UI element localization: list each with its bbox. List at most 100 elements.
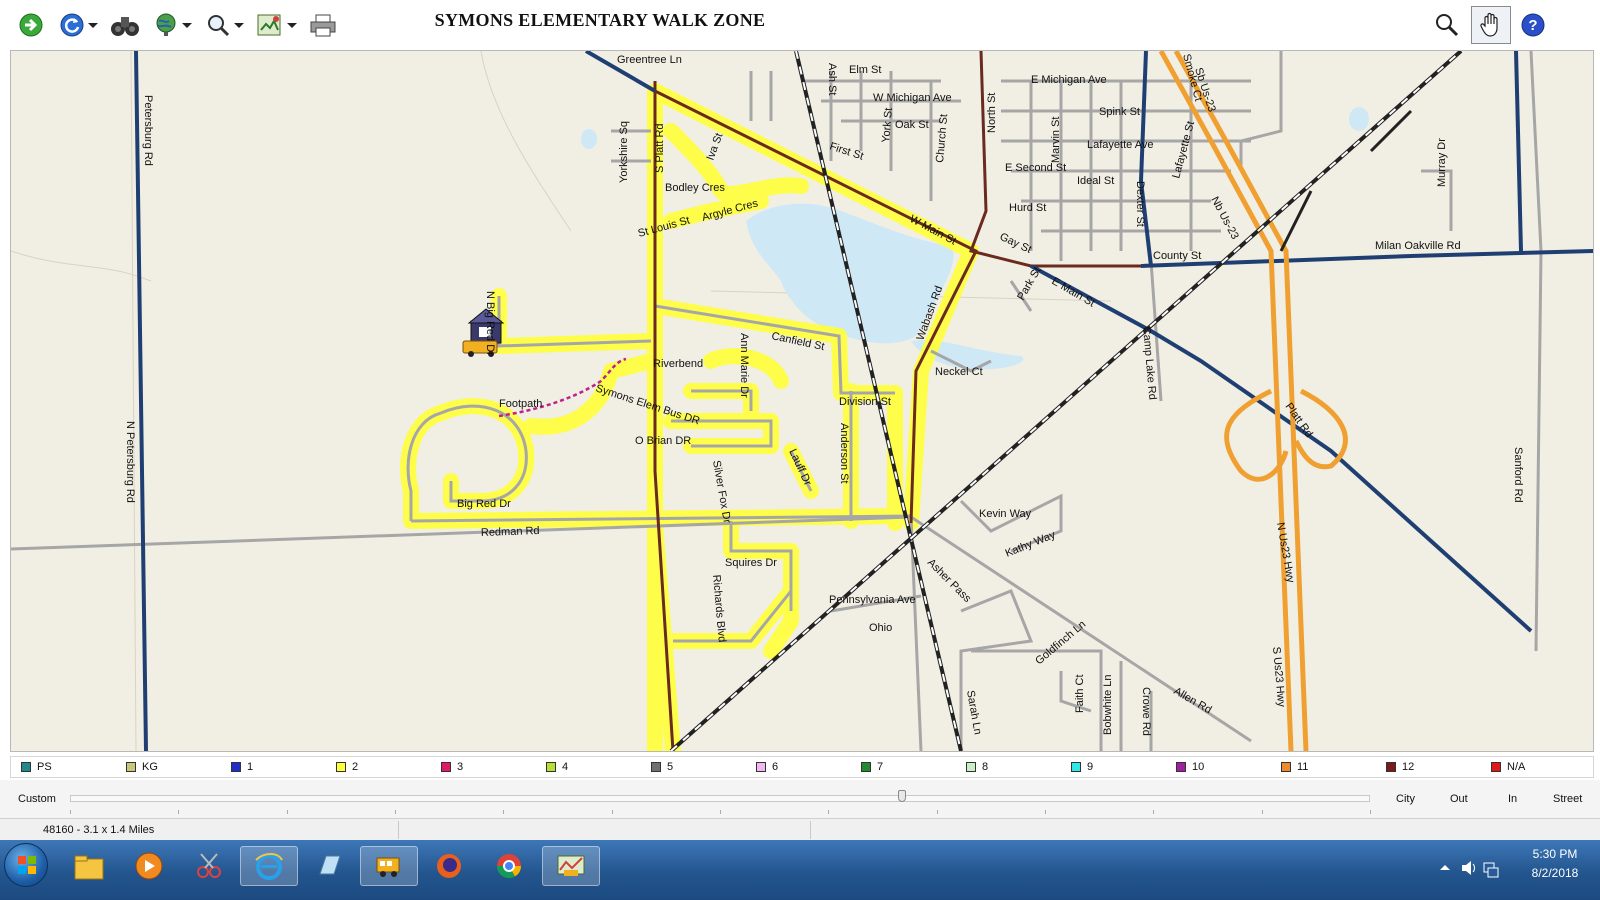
- legend-label: KG: [142, 761, 158, 773]
- map-app-button[interactable]: [542, 846, 600, 886]
- map-view[interactable]: Greentree Ln Elm St E Michigan Ave W Mic…: [10, 50, 1594, 752]
- zoom-custom-label: Custom: [18, 793, 56, 805]
- search-button[interactable]: [1432, 8, 1462, 42]
- label-faith: Faith Ct: [1074, 674, 1086, 713]
- label-allen: Allen Rd: [1172, 685, 1214, 716]
- start-button[interactable]: [4, 843, 48, 887]
- chrome-button[interactable]: [480, 846, 538, 886]
- internet-explorer-icon: [255, 853, 283, 880]
- go-forward-button[interactable]: [16, 8, 46, 42]
- help-icon: ?: [1521, 13, 1545, 37]
- windows-taskbar: [0, 840, 1600, 900]
- legend-swatch: [966, 762, 976, 772]
- label-kevin: Kevin Way: [979, 508, 1032, 520]
- legend-label: 10: [1192, 761, 1205, 773]
- globe-button[interactable]: [150, 8, 194, 42]
- binoculars-icon: [111, 17, 139, 36]
- legend-label: 3: [457, 761, 464, 773]
- label-pennsylvania: Pennsylvania Ave: [829, 594, 916, 606]
- taskbar-clock-time[interactable]: 5:30 PM: [1520, 847, 1590, 861]
- label-marvin: Marvin St: [1050, 117, 1062, 163]
- map-layers-button[interactable]: [254, 8, 298, 42]
- legend-swatch: [756, 762, 766, 772]
- label-bobwhite: Bobwhite Ln: [1102, 674, 1114, 735]
- label-n-big-red: N Big Red Dr: [484, 291, 496, 356]
- globe-icon: [156, 13, 175, 36]
- media-player-button[interactable]: [120, 846, 178, 886]
- label-crowe: Crowe Rd: [1140, 687, 1152, 736]
- refresh-button[interactable]: [56, 8, 100, 42]
- status-divider: [810, 821, 811, 839]
- file-explorer-button[interactable]: [60, 846, 118, 886]
- label-s-platt: S Platt Rd: [654, 123, 666, 173]
- svg-text:?: ?: [1528, 17, 1537, 34]
- snipping-tool-icon: [197, 853, 221, 878]
- legend-swatch: [1491, 762, 1501, 772]
- print-button[interactable]: [306, 8, 340, 42]
- label-ash: Ash St: [826, 63, 838, 95]
- zoom-slider-tick: [503, 810, 505, 814]
- label-e-michigan: E Michigan Ave: [1031, 74, 1107, 86]
- label-lafayette-ave: Lafayette Ave: [1087, 139, 1153, 151]
- status-bar: 48160 - 3.1 x 1.4 Miles: [0, 818, 1600, 840]
- label-ohio: Ohio: [869, 622, 892, 634]
- bus-routing-app-button[interactable]: [360, 846, 418, 886]
- zoom-button[interactable]: [202, 8, 246, 42]
- legend-label: N/A: [1507, 761, 1526, 773]
- zoom-out-label[interactable]: Out: [1450, 793, 1468, 805]
- volume-wave-icon: [1472, 863, 1475, 873]
- legend-swatch: [861, 762, 871, 772]
- label-murray: Murray Dr: [1436, 138, 1448, 187]
- taskbar-clock-date[interactable]: 8/2/2018: [1520, 866, 1590, 880]
- pan-button[interactable]: [1471, 6, 1511, 44]
- zoom-slider-tick: [1370, 810, 1371, 814]
- label-county: County St: [1153, 250, 1201, 262]
- label-greentree: Greentree Ln: [617, 54, 682, 66]
- map-scale-status: 48160 - 3.1 x 1.4 Miles: [43, 824, 155, 836]
- label-e-main: E Main St: [1050, 275, 1097, 309]
- label-dexter: Dexter St: [1134, 181, 1146, 227]
- media-player-icon: [135, 852, 163, 880]
- label-park: Park St: [1015, 265, 1043, 302]
- zoom-city-label[interactable]: City: [1396, 793, 1415, 805]
- map-canvas[interactable]: Greentree Ln Elm St E Michigan Ave W Mic…: [11, 51, 1594, 752]
- internet-explorer-button[interactable]: [240, 846, 298, 886]
- label-richards: Richards Blvd: [710, 574, 728, 643]
- zoom-slider[interactable]: [70, 788, 1371, 814]
- zoom-slider-thumb[interactable]: [898, 790, 906, 802]
- legend-label: 1: [247, 761, 254, 773]
- zoom-slider-track[interactable]: [70, 795, 1370, 802]
- label-north: North St: [986, 93, 998, 133]
- map-app-icon: [557, 855, 585, 876]
- zoom-street-label[interactable]: Street: [1553, 793, 1582, 805]
- snipping-tool-button[interactable]: [180, 846, 238, 886]
- zoom-slider-tick: [1045, 810, 1046, 814]
- legend-swatch: [1071, 762, 1081, 772]
- label-w-michigan: W Michigan Ave: [873, 92, 952, 104]
- label-sanford: Sanford Rd: [1512, 447, 1524, 503]
- zoom-slider-tick: [720, 810, 721, 814]
- legend-label: 12: [1402, 761, 1415, 773]
- legend-label: 8: [982, 761, 989, 773]
- zoom-in-label[interactable]: In: [1508, 793, 1517, 805]
- help-button[interactable]: ?: [1518, 8, 1548, 42]
- street-labels: Greentree Ln Elm St E Michigan Ave W Mic…: [124, 53, 1524, 736]
- chevron-down-icon: [286, 22, 297, 28]
- legend-item: 11: [1271, 761, 1376, 773]
- zoom-slider-tick: [178, 810, 180, 814]
- file-explorer-icon: [74, 855, 104, 880]
- page-title: SYMONS ELEMENTARY WALK ZONE: [434, 10, 766, 30]
- legend-item: KG: [116, 761, 221, 773]
- notepad-button[interactable]: [300, 846, 358, 886]
- label-gay: Gay St: [998, 231, 1034, 256]
- label-riverbend: Riverbend: [653, 358, 703, 370]
- chrome-icon: [497, 854, 521, 879]
- firefox-button[interactable]: [420, 846, 478, 886]
- legend-item: 12: [1376, 761, 1481, 773]
- legend-swatch: [546, 762, 556, 772]
- legend-label: 6: [772, 761, 779, 773]
- binoculars-button[interactable]: [108, 8, 142, 42]
- label-elm: Elm St: [849, 64, 881, 76]
- map-layers-icon: [257, 14, 280, 36]
- legend-label: 11: [1297, 761, 1309, 773]
